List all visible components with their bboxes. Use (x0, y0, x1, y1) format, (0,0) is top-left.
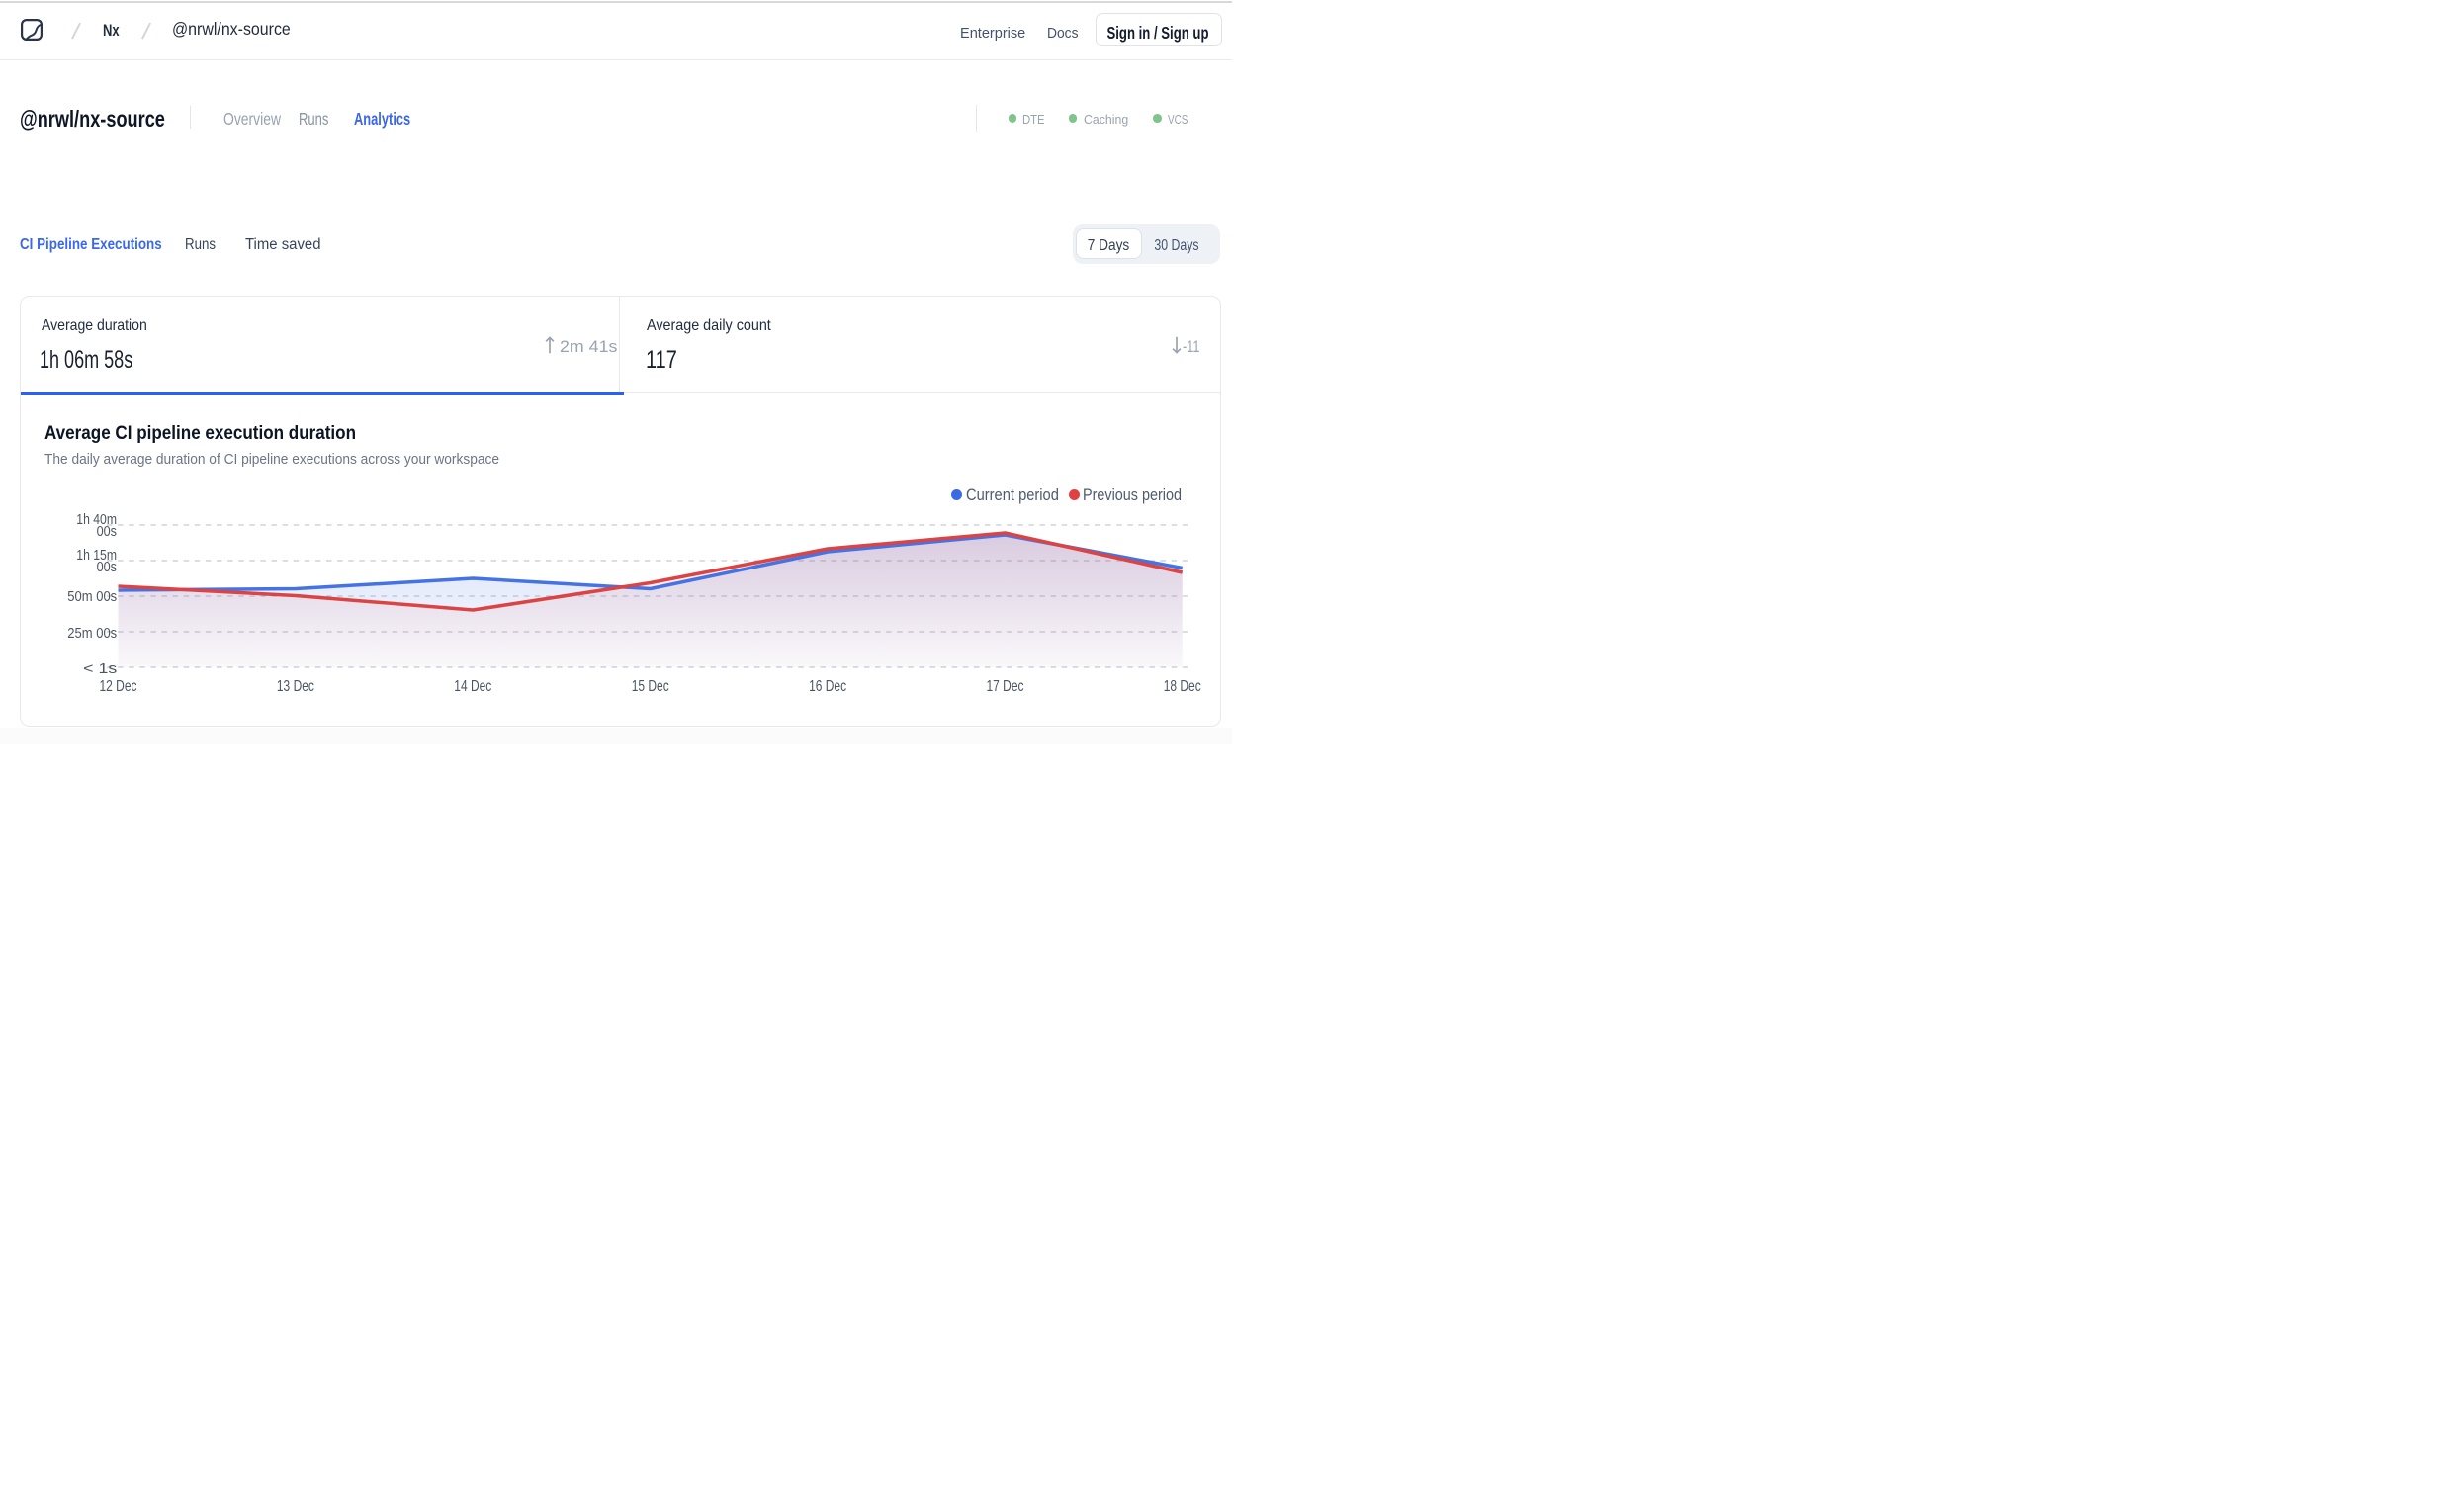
svg-text:17 Dec: 17 Dec (987, 678, 1024, 695)
svg-text:12 Dec: 12 Dec (100, 678, 137, 695)
svg-text:< 1s: < 1s (83, 661, 117, 677)
svg-text:25m 00s: 25m 00s (67, 626, 117, 642)
svg-text:18 Dec: 18 Dec (1164, 678, 1201, 695)
svg-text:15 Dec: 15 Dec (632, 678, 669, 695)
svg-text:00s: 00s (97, 524, 117, 540)
svg-text:00s: 00s (97, 560, 117, 575)
svg-text:14 Dec: 14 Dec (454, 678, 491, 695)
svg-text:13 Dec: 13 Dec (277, 678, 314, 695)
svg-text:50m 00s: 50m 00s (67, 589, 117, 605)
svg-text:16 Dec: 16 Dec (809, 678, 846, 695)
